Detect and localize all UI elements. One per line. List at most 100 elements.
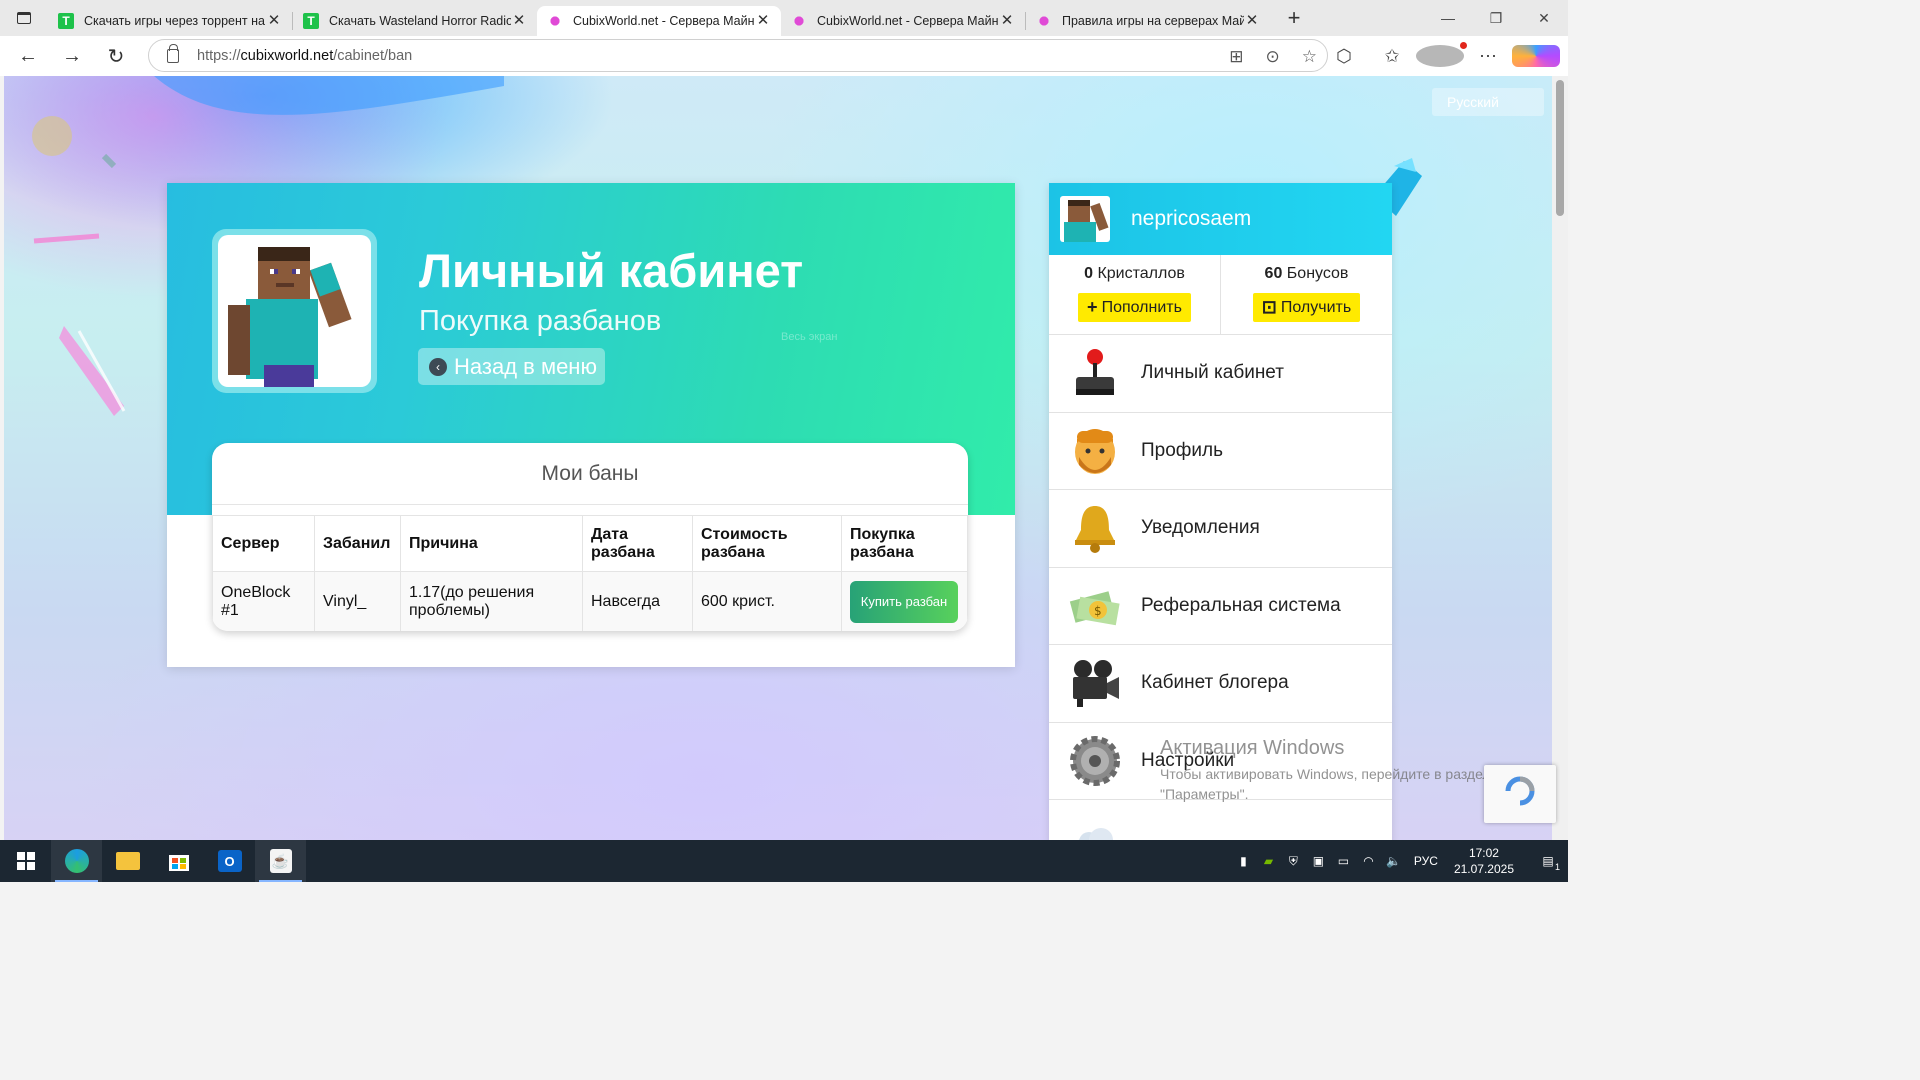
table-header-row: Сервер Забанил Причина Дата разбана Стои… bbox=[212, 515, 968, 572]
taskbar-explorer[interactable] bbox=[102, 840, 153, 882]
sidebar-item-notifications[interactable]: Уведомления bbox=[1049, 490, 1392, 568]
close-tab-icon[interactable]: ✕ bbox=[511, 13, 527, 29]
browser-tab[interactable]: Правила игры на серверах Май ✕ bbox=[1026, 6, 1270, 36]
volume-icon[interactable]: 🔈 bbox=[1381, 854, 1406, 868]
profile-avatar[interactable] bbox=[1416, 42, 1467, 67]
topup-label: Пополнить bbox=[1101, 298, 1182, 316]
edge-icon bbox=[64, 849, 89, 873]
taskbar-outlook[interactable]: O bbox=[204, 840, 255, 882]
cell-reason: 1.17(до решения проблемы) bbox=[400, 571, 583, 631]
nvidia-icon[interactable]: ▰ bbox=[1256, 854, 1281, 868]
back-to-menu-button[interactable]: ‹ Назад в меню bbox=[418, 348, 605, 385]
security-icon[interactable]: ▮ bbox=[1231, 854, 1256, 868]
tab-title: Скачать Wasteland Horror Radio bbox=[329, 14, 511, 28]
sidebar-item-blogger[interactable]: Кабинет блогера bbox=[1049, 645, 1392, 723]
user-header: nepricosaem bbox=[1049, 183, 1392, 255]
cell-unban-date: Навсегда bbox=[582, 571, 693, 631]
cubix-icon bbox=[791, 13, 807, 29]
url-text: https://cubixworld.net/cabinet/ban bbox=[197, 47, 413, 64]
sidebar-item-label: Кабинет блогера bbox=[1141, 672, 1289, 694]
receive-button[interactable]: ⊡ Получить bbox=[1252, 293, 1361, 322]
restore-icon[interactable]: ❐ bbox=[1472, 0, 1520, 36]
wifi-icon[interactable]: ◠ bbox=[1356, 854, 1381, 868]
tab-actions-icon[interactable] bbox=[0, 0, 48, 36]
camera-tray-icon[interactable]: ▣ bbox=[1306, 854, 1331, 868]
browser-tab[interactable]: T Скачать игры через торрент на ✕ bbox=[48, 6, 292, 36]
column-header: Причина bbox=[400, 515, 583, 572]
cell-server: OneBlock #1 bbox=[212, 571, 315, 631]
page-title: Личный кабинет bbox=[419, 244, 804, 297]
browser-tab[interactable]: T Скачать Wasteland Horror Radio ✕ bbox=[293, 6, 537, 36]
recaptcha-badge[interactable] bbox=[1484, 765, 1556, 823]
receive-label: Получить bbox=[1280, 298, 1352, 316]
tab-title: CubixWorld.net - Сервера Майн bbox=[817, 14, 999, 28]
avatar[interactable] bbox=[1060, 196, 1110, 242]
page-scrollbar[interactable] bbox=[1552, 76, 1568, 840]
sidebar-item-profile[interactable]: Профиль bbox=[1049, 413, 1392, 490]
clock-date: 21.07.2025 bbox=[1453, 862, 1514, 876]
favorites-icon[interactable]: ✩ bbox=[1368, 46, 1416, 67]
close-tab-icon[interactable]: ✕ bbox=[1244, 13, 1260, 29]
person-icon bbox=[1049, 425, 1141, 477]
extensions-icon[interactable]: ⬡ bbox=[1320, 46, 1368, 67]
input-language[interactable]: РУС bbox=[1406, 854, 1446, 868]
cell-cost: 600 крист. bbox=[692, 571, 842, 631]
bans-table: Сервер Забанил Причина Дата разбана Стои… bbox=[212, 515, 968, 631]
close-tab-icon[interactable]: ✕ bbox=[999, 13, 1015, 29]
sidebar-item-cabinet[interactable]: Личный кабинет bbox=[1049, 335, 1392, 413]
favorite-star-icon[interactable]: ☆ bbox=[1302, 47, 1317, 67]
cabinet-card: Личный кабинет Покупка разбанов ‹ Назад … bbox=[167, 183, 1015, 667]
browser-tabstrip: T Скачать игры через торрент на ✕ T Скач… bbox=[0, 0, 1568, 36]
notification-count: 1 bbox=[1554, 862, 1560, 872]
clock[interactable]: 17:02 21.07.2025 bbox=[1454, 845, 1514, 877]
money-icon: $ bbox=[1049, 582, 1141, 630]
lock-icon[interactable] bbox=[167, 43, 179, 63]
close-window-icon[interactable]: ✕ bbox=[1520, 0, 1568, 36]
address-bar[interactable]: https://cubixworld.net/cabinet/ban ⊞ ⊙ ☆ bbox=[148, 39, 1328, 72]
minimize-icon[interactable]: — bbox=[1424, 0, 1472, 36]
sidebar-item-label: Уведомления bbox=[1141, 517, 1260, 539]
sidebar-item-more[interactable] bbox=[1049, 800, 1392, 840]
back-arrow-icon[interactable]: ← bbox=[6, 36, 50, 76]
page-subtitle: Покупка разбанов bbox=[419, 305, 662, 337]
reload-icon[interactable]: ↻ bbox=[94, 36, 138, 76]
t-icon: T bbox=[303, 13, 319, 29]
close-tab-icon[interactable]: ✕ bbox=[266, 13, 282, 29]
bell-icon bbox=[1049, 502, 1141, 554]
minecraft-skin-image bbox=[228, 247, 352, 387]
crystals-balance: 0 Кристаллов + Пополнить bbox=[1049, 255, 1220, 334]
start-button[interactable] bbox=[0, 840, 51, 882]
new-tab-button[interactable]: + bbox=[1276, 3, 1312, 33]
sidebar-item-label: Профиль bbox=[1141, 439, 1224, 461]
read-aloud-icon[interactable]: ⊙ bbox=[1266, 47, 1280, 67]
close-tab-icon[interactable]: ✕ bbox=[755, 13, 771, 29]
chevron-left-icon: ‹ bbox=[429, 357, 447, 376]
notifications-icon[interactable]: ▤ 1 bbox=[1528, 854, 1568, 872]
folder-icon bbox=[115, 852, 140, 870]
language-button[interactable]: Русский bbox=[1432, 88, 1544, 116]
forward-arrow-icon[interactable]: → bbox=[50, 36, 94, 76]
apps-icon[interactable]: ⊞ bbox=[1229, 47, 1243, 67]
camera-icon bbox=[1049, 657, 1141, 709]
shield-icon[interactable]: ⛨ bbox=[1281, 854, 1306, 869]
faint-fullscreen-text: Весь экран bbox=[781, 331, 838, 343]
bans-title: Мои баны bbox=[212, 443, 968, 505]
bans-panel: Мои баны Сервер Забанил Причина Дата раз… bbox=[212, 443, 968, 631]
copilot-icon[interactable] bbox=[1512, 45, 1560, 67]
windows-taskbar: O ☕ ▮ ▰ ⛨ ▣ ▭ ◠ 🔈 РУС 17:02 21.07.2025 ▤… bbox=[0, 840, 1568, 882]
buy-unban-button[interactable]: Купить разбан bbox=[850, 580, 958, 623]
more-menu-icon[interactable]: ⋯ bbox=[1464, 46, 1512, 67]
column-header: Покупка разбана bbox=[841, 515, 968, 572]
taskbar-java[interactable]: ☕ bbox=[255, 840, 306, 882]
inbox-check-icon: ⊡ bbox=[1261, 297, 1277, 317]
taskbar-store[interactable] bbox=[153, 840, 204, 882]
tab-title: Скачать игры через торрент на bbox=[84, 14, 265, 28]
topup-button[interactable]: + Пополнить bbox=[1078, 293, 1191, 322]
sidebar-item-referral[interactable]: $ Реферальная система bbox=[1049, 568, 1392, 645]
browser-tab-active[interactable]: CubixWorld.net - Сервера Майн ✕ bbox=[537, 6, 781, 36]
crystals-count: 0 bbox=[1084, 265, 1093, 282]
activation-text: Чтобы активировать Windows, перейдите в … bbox=[1160, 766, 1491, 802]
browser-tab[interactable]: CubixWorld.net - Сервера Майн ✕ bbox=[781, 6, 1025, 36]
taskbar-edge[interactable] bbox=[51, 840, 102, 882]
battery-icon[interactable]: ▭ bbox=[1331, 854, 1356, 868]
